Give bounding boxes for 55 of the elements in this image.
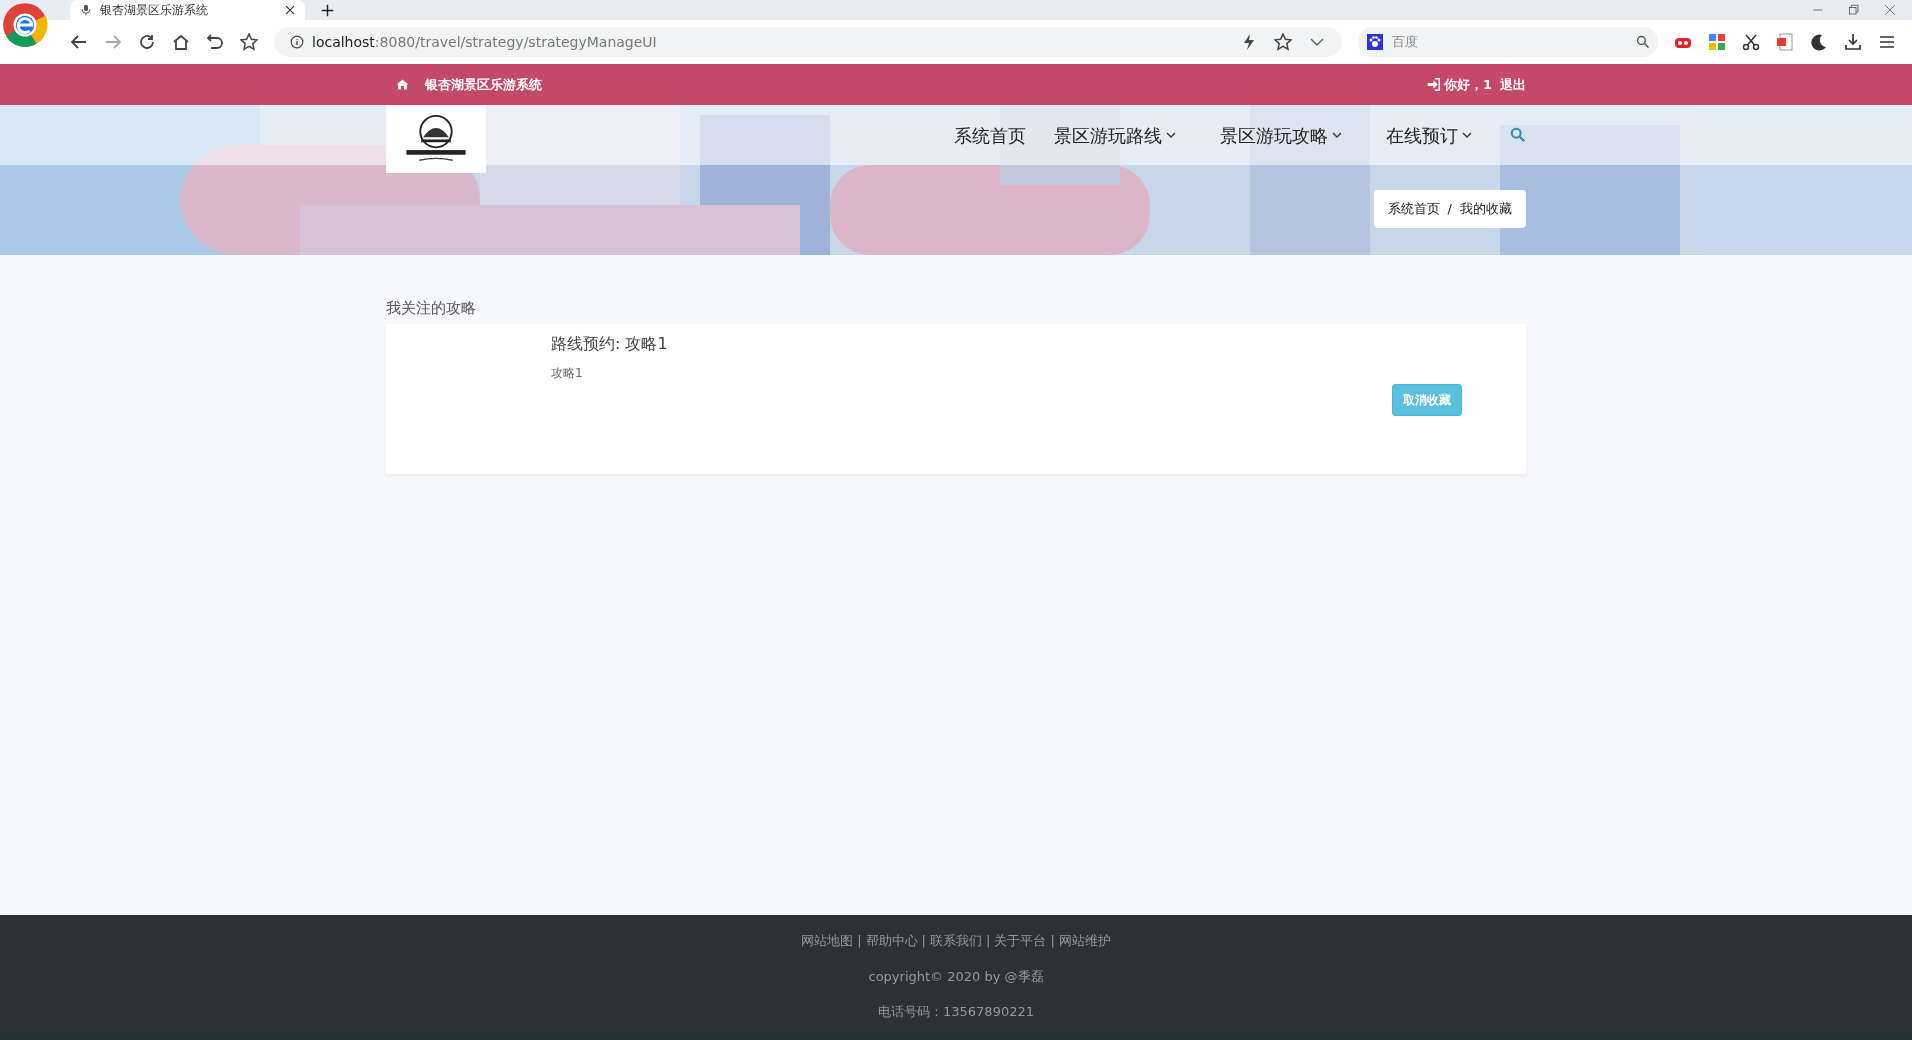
apps-grid-icon[interactable] (1708, 33, 1726, 51)
phone-text: 电话号码：13567890221 (878, 1003, 1034, 1021)
footer-separator: | (857, 932, 862, 950)
paw-icon (1366, 33, 1384, 51)
microphone-icon (80, 4, 92, 16)
greeting-text: 你好，1 (1443, 75, 1492, 94)
star-icon[interactable] (240, 33, 258, 51)
footer-link[interactable]: 网站地图 (801, 931, 854, 951)
footer-link[interactable]: 帮助中心 (865, 931, 918, 951)
address-bar[interactable]: localhost:8080/travel/strategy/strategyManageUI (274, 27, 1342, 57)
menu-icon[interactable] (1878, 33, 1896, 51)
favorite-subtitle: 攻略1 (551, 364, 584, 382)
copyright-text: copyright© 2020 by @季磊 (868, 967, 1044, 986)
section-title: 我关注的攻略 (386, 298, 477, 319)
nav-link[interactable]: 景区游玩攻略 (1206, 121, 1356, 149)
info-icon (290, 35, 304, 49)
footer-separator: | (986, 932, 991, 950)
search-field[interactable]: 百度 (1358, 27, 1658, 57)
close-icon[interactable] (285, 5, 295, 15)
pdf-document-icon[interactable] (1776, 33, 1794, 51)
nav-link[interactable]: 系统首页 (940, 121, 1040, 149)
footer-link[interactable]: 关于平台 (994, 931, 1047, 951)
site-name-link[interactable]: 银杏湖景区乐游系统 (425, 74, 542, 95)
home-icon (396, 78, 409, 91)
footer-link[interactable]: 网站维护 (1058, 931, 1111, 951)
caret-icon (1166, 130, 1176, 140)
footer-separator: | (1050, 932, 1055, 950)
sign-in-icon (1426, 78, 1440, 91)
scissors-icon[interactable] (1742, 33, 1760, 51)
footer-link[interactable]: 联系我们 (930, 931, 982, 951)
search-icon[interactable] (1636, 35, 1650, 49)
breadcrumb-current: 我的收藏 (1460, 200, 1512, 219)
undo-icon[interactable] (206, 33, 224, 51)
tab-title: 银杏湖景区乐游系统 (100, 2, 209, 19)
nav-link[interactable]: 景区游玩路线 (1040, 121, 1190, 149)
search-icon[interactable] (1510, 127, 1526, 143)
caret-icon (1332, 130, 1342, 140)
nav-link[interactable]: 在线预订 (1372, 121, 1486, 149)
reload-icon[interactable] (138, 33, 156, 51)
star-icon[interactable] (1274, 33, 1292, 51)
browser-tab[interactable]: 银杏湖景区乐游系统 (70, 0, 305, 20)
url-text: localhost:8080/travel/strategy/strategyManageUI (312, 32, 658, 52)
home-icon[interactable] (172, 33, 190, 51)
caret-icon (1462, 130, 1472, 140)
download-icon[interactable] (1844, 33, 1862, 51)
footer-separator: | (921, 932, 926, 950)
favorite-title[interactable]: 路线预约: 攻略1 (551, 331, 1392, 356)
window-restore-icon[interactable] (1848, 4, 1860, 16)
breadcrumb-link[interactable]: 系统首页 (1387, 199, 1440, 219)
back-arrow-icon[interactable] (70, 33, 88, 51)
breadcrumb-separator: / (1447, 200, 1452, 219)
moon-icon[interactable] (1810, 33, 1828, 51)
new-tab-icon[interactable] (321, 3, 334, 17)
logo[interactable] (386, 105, 486, 173)
logout-link[interactable]: 退出 (1500, 74, 1526, 95)
